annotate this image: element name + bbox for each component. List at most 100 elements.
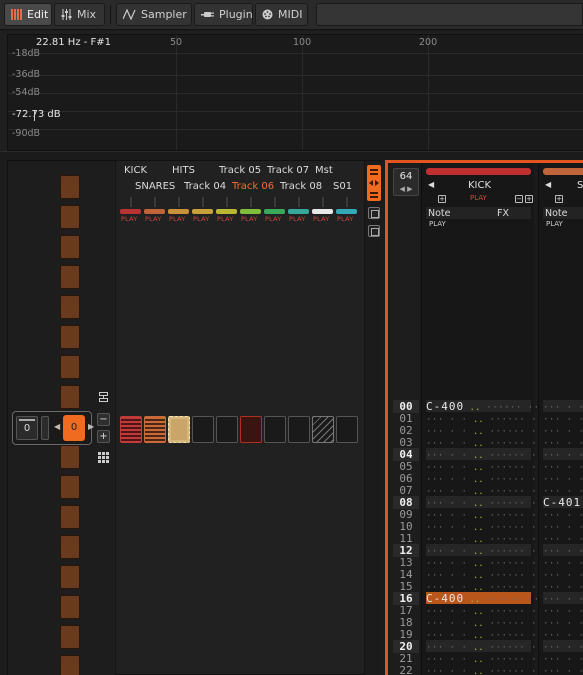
pattern-cell[interactable]: ··· · · .. ······ ··· <box>543 532 583 545</box>
trigger-pad[interactable] <box>60 175 80 199</box>
track-color-strip[interactable] <box>168 209 189 214</box>
add-column-icon[interactable]: + <box>438 195 446 203</box>
trigger-pad[interactable] <box>60 295 80 319</box>
track-name-s01[interactable]: S01 <box>333 181 352 192</box>
track-name-kick[interactable]: KICK <box>124 165 147 176</box>
collapse-arrow-icon[interactable]: ◀ <box>428 180 434 189</box>
pad-page-left[interactable]: 0 <box>16 416 38 440</box>
pattern-cell[interactable]: ··· · · .. ······ ··· <box>543 544 583 557</box>
trigger-pad[interactable] <box>60 265 80 289</box>
pattern-cell[interactable]: ··· · · .. ······ ··· <box>543 460 583 473</box>
pattern-cell[interactable]: ··· · · .. ······ ··· <box>426 544 548 557</box>
play-indicator[interactable]: PLAY <box>193 215 209 223</box>
fx-column-label[interactable]: FX <box>497 208 509 219</box>
view-toggle-button[interactable] <box>368 207 380 219</box>
play-indicator[interactable]: PLAY <box>217 215 233 223</box>
pattern-cell[interactable]: ··· · · .. ······ ··· <box>543 568 583 581</box>
pattern-cell[interactable]: ··· · · .. ······ ··· <box>426 664 548 675</box>
note-column-label[interactable]: Note <box>545 208 568 219</box>
pattern-cell[interactable]: ··· · · .. ······ ··· <box>426 532 548 545</box>
edit-tab-button[interactable]: Edit <box>4 3 52 26</box>
pattern-cell[interactable]: C-400 .. ······ ··· <box>426 400 545 413</box>
track-color-strip[interactable] <box>312 209 333 214</box>
track-name-track05[interactable]: Track 05 <box>219 165 261 176</box>
pattern-cell[interactable]: ··· · · .. ······ ··· <box>426 556 548 569</box>
mix-tab-button[interactable]: Mix <box>54 3 105 26</box>
stack-icon[interactable] <box>96 390 110 404</box>
track-color-strip[interactable] <box>216 209 237 214</box>
track-name-track04[interactable]: Track 04 <box>184 181 226 192</box>
pattern-cell[interactable]: ··· · · .. ······ ··· <box>543 580 583 593</box>
pattern-cell[interactable]: ··· · · .. ······ ··· <box>543 484 583 497</box>
pattern-cell[interactable]: ··· · · .. ······ ··· <box>426 436 548 449</box>
play-indicator[interactable]: PLAY <box>145 215 161 223</box>
pattern-cell[interactable]: ··· · · .. ······ ··· <box>543 556 583 569</box>
pattern-cell[interactable]: ··· · · .. ······ ··· <box>426 628 548 641</box>
trigger-pad[interactable] <box>60 655 80 675</box>
arrow-right-icon[interactable]: ▶ <box>88 422 94 431</box>
arrow-left-icon[interactable]: ◀ <box>54 422 60 431</box>
pattern-track-name[interactable]: KICK <box>468 180 491 191</box>
sample-pad[interactable] <box>216 416 238 443</box>
pattern-cell[interactable]: ··· · · .. ······ ··· <box>543 472 583 485</box>
trigger-pad[interactable] <box>60 595 80 619</box>
track-name-track06[interactable]: Track 06 <box>232 181 274 192</box>
remove-column-icon[interactable]: − <box>515 195 523 203</box>
pattern-cell[interactable]: ··· · · .. ······ ··· <box>543 412 583 425</box>
sample-pad[interactable] <box>144 416 166 443</box>
pattern-cell[interactable]: ··· · · .. ······ ··· <box>543 616 583 629</box>
pattern-cell[interactable]: ··· · · .. ······ ··· <box>543 664 583 675</box>
midi-tab-button[interactable]: MIDI <box>255 3 308 26</box>
track-color-strip[interactable] <box>192 209 213 214</box>
pattern-cell[interactable]: ··· · · .. ······ ··· <box>426 424 548 437</box>
pattern-cell[interactable]: ··· · · .. ······ ··· <box>426 520 548 533</box>
trigger-pad[interactable] <box>60 235 80 259</box>
track-color-strip[interactable] <box>288 209 309 214</box>
pattern-cell[interactable]: ··· · · .. ······ ··· <box>543 592 583 605</box>
pattern-cell[interactable]: ··· · · .. ······ ··· <box>543 400 583 413</box>
pattern-cell[interactable]: ··· · · .. ······ ··· <box>426 472 548 485</box>
track-name-track07[interactable]: Track 07 <box>267 165 309 176</box>
sample-pad[interactable] <box>312 416 334 443</box>
add-column-icon[interactable]: + <box>555 195 563 203</box>
grid-layout-icon[interactable] <box>96 450 110 464</box>
pattern-cell[interactable]: C-400 .. ······ ··· <box>426 592 545 605</box>
plugin-tab-button[interactable]: Plugin <box>194 3 253 26</box>
track-color-strip[interactable] <box>240 209 261 214</box>
pattern-cell[interactable]: ··· · · .. ······ ··· <box>543 424 583 437</box>
pattern-cell[interactable]: ··· · · .. ······ ··· <box>543 604 583 617</box>
trigger-pad[interactable] <box>60 385 80 409</box>
pattern-cell[interactable]: ··· · · .. ······ ··· <box>543 436 583 449</box>
trigger-pad[interactable] <box>60 565 80 589</box>
pad-page-slot[interactable] <box>41 416 49 440</box>
pattern-cell[interactable]: ··· · · .. ······ ··· <box>543 520 583 533</box>
pattern-cell[interactable]: ··· · · .. ······ ··· <box>426 580 548 593</box>
pad-page-active[interactable]: 0 <box>63 415 85 441</box>
play-indicator[interactable]: PLAY <box>289 215 305 223</box>
trigger-pad[interactable] <box>60 625 80 649</box>
pattern-cell[interactable]: ··· · · .. ······ ··· <box>426 496 548 509</box>
trigger-pad[interactable] <box>60 355 80 379</box>
track-color-strip[interactable] <box>120 209 141 214</box>
pattern-cell[interactable]: ··· · · .. ······ ··· <box>426 604 548 617</box>
sampler-tab-button[interactable]: Sampler <box>116 3 192 26</box>
sample-pad-selected[interactable] <box>168 416 190 443</box>
pattern-cell[interactable]: ··· · · .. ······ ··· <box>543 640 583 653</box>
pattern-cell[interactable]: C-401 .. ······ ··· <box>543 496 583 509</box>
pattern-cell[interactable]: ··· · · .. ······ ··· <box>543 652 583 665</box>
pattern-cell[interactable]: ··· · · .. ······ ··· <box>426 460 548 473</box>
trigger-pad[interactable] <box>60 475 80 499</box>
track-name-snares[interactable]: SNARES <box>135 181 175 192</box>
pattern-cell[interactable]: ··· · · .. ······ ··· <box>543 508 583 521</box>
sample-pad[interactable] <box>240 416 262 443</box>
pattern-cell[interactable]: ··· · · .. ······ ··· <box>426 568 548 581</box>
sample-pad[interactable] <box>264 416 286 443</box>
play-indicator[interactable]: PLAY <box>265 215 281 223</box>
play-indicator[interactable]: PLAY <box>169 215 185 223</box>
length-arrows-icon[interactable]: ◀ ▶ <box>394 183 418 195</box>
pattern-cell[interactable]: ··· · · .. ······ ··· <box>543 448 583 461</box>
remove-button[interactable]: − <box>97 413 110 426</box>
track-color-bar[interactable] <box>543 168 583 175</box>
trigger-pad[interactable] <box>60 325 80 349</box>
collapse-arrow-icon[interactable]: ◀ <box>545 180 551 189</box>
